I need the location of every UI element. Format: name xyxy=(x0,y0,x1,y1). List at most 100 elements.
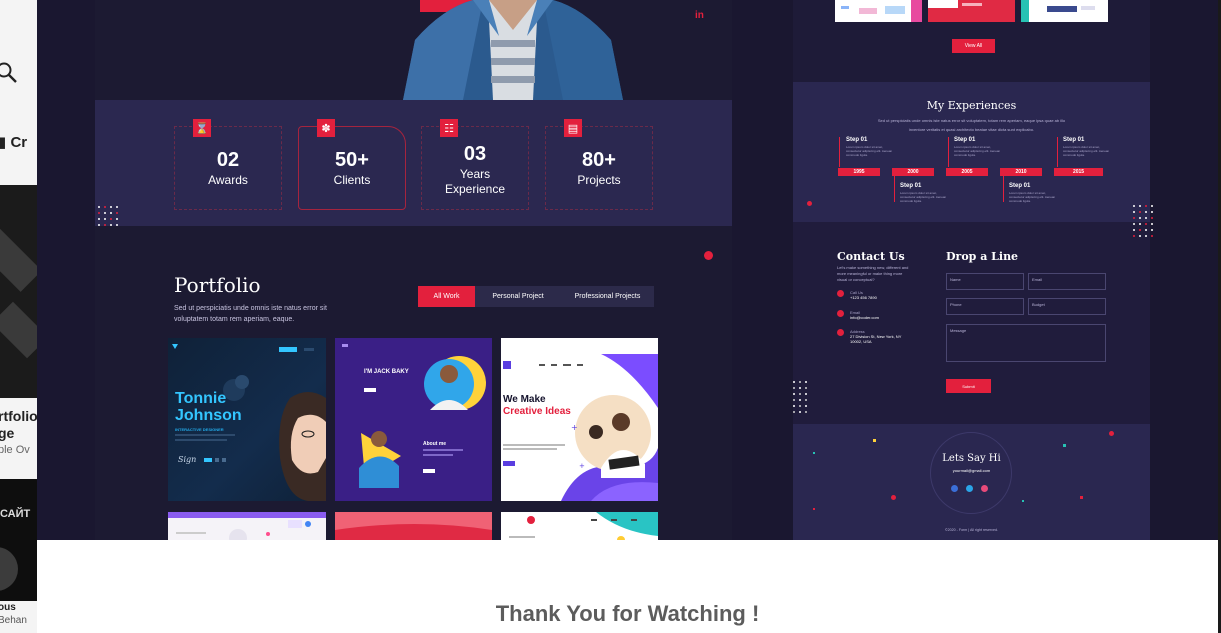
tab-professional-projects[interactable]: Professional Projects xyxy=(561,286,654,307)
gallery-thumb-3[interactable] xyxy=(1021,0,1108,22)
thumbs-icon: ▮ xyxy=(0,134,7,151)
stats-section: ⌛ 02 Awards ✽ 50+ Clients ☷ 03 Years Exp… xyxy=(95,100,732,226)
thumb-illustration: + + xyxy=(501,338,658,501)
decor-dot xyxy=(98,206,100,208)
experience-section: My Experiences Sed ut perspiciatis unde … xyxy=(793,82,1150,222)
stat-number: 80+ xyxy=(582,149,616,171)
step-label: Step 01 xyxy=(954,137,976,143)
linkedin-icon[interactable]: in xyxy=(695,10,704,21)
name-field[interactable]: Name xyxy=(946,273,1024,290)
background-card-author: ple Ov xyxy=(0,444,30,456)
stat-card-clients: ✽ 50+ Clients xyxy=(298,119,406,210)
decor-dot xyxy=(116,218,118,220)
decor-dot xyxy=(1133,217,1135,219)
view-all-button[interactable]: View All xyxy=(952,39,995,53)
portfolio-section: Portfolio Sed ut perspiciatis unde omnis… xyxy=(95,226,732,540)
say-hi-section: Lets Say Hi yourmail@gmail.com ©2020 - F… xyxy=(793,424,1150,540)
instagram-icon[interactable] xyxy=(981,485,988,492)
decor-dot xyxy=(805,405,807,407)
step-label: Step 01 xyxy=(1063,137,1085,143)
gallery-thumb-1[interactable] xyxy=(835,0,922,22)
decor-dot xyxy=(805,387,807,389)
say-hi-title: Lets Say Hi xyxy=(942,453,1001,464)
thanks-message: Thank You for Watching ! xyxy=(495,601,760,626)
decor-dot xyxy=(799,387,801,389)
tab-all-work[interactable]: All Work xyxy=(418,286,475,307)
portfolio-thumb-creative-ideas[interactable]: + + We Make Creative Ideas xyxy=(501,338,658,501)
project-image-viewer: in ⌛ 02 Awards ✽ 50+ Clients ☷ 03 Years … xyxy=(37,0,1218,540)
handshake-icon: ✽ xyxy=(317,119,335,137)
experience-title: My Experiences xyxy=(926,99,1017,112)
thumb-illustration xyxy=(509,512,658,540)
thumb-illustration xyxy=(168,512,326,540)
portfolio-thumb-jack-baky[interactable]: I'M JACK BAKY About me xyxy=(335,338,492,501)
phone-field[interactable]: Phone xyxy=(946,298,1024,315)
message-field[interactable]: Message xyxy=(946,324,1106,362)
decor-dot xyxy=(110,218,112,220)
contact-section: Contact Us Let's make something new, dif… xyxy=(793,222,1150,424)
svg-text:Sign: Sign xyxy=(178,455,196,464)
decor-dot xyxy=(1151,205,1153,207)
background-thumbnail-1[interactable] xyxy=(0,185,37,398)
decor-dot xyxy=(1145,229,1147,231)
decor-dot xyxy=(1145,217,1147,219)
search-icon[interactable] xyxy=(0,62,18,90)
step-description: Lorem ipsum dolor sit amet, consectetur … xyxy=(1009,191,1056,203)
step-description: Lorem ipsum dolor sit amet, consectetur … xyxy=(954,145,1001,157)
twitter-icon[interactable] xyxy=(966,485,973,492)
say-hi-email[interactable]: yourmail@gmail.com xyxy=(793,468,1150,473)
hero-section: in xyxy=(95,0,732,100)
step-connector xyxy=(894,176,895,202)
decor-dots-mid xyxy=(793,381,807,413)
calendar-icon: ☷ xyxy=(440,119,458,137)
decor-dot xyxy=(104,212,106,214)
year-badge: 2000 xyxy=(892,168,934,176)
phone-icon xyxy=(837,290,844,297)
decor-dot xyxy=(799,393,801,395)
year-badge: 2005 xyxy=(946,168,988,176)
hourglass-icon: ⌛ xyxy=(193,119,211,137)
svg-text:+: + xyxy=(571,423,578,432)
decor-dot xyxy=(793,381,795,383)
hero-portrait xyxy=(403,0,623,100)
contact-phone-value: +123 456 7890 xyxy=(850,295,877,300)
decor-dot xyxy=(1145,211,1147,213)
decor-dot xyxy=(1151,235,1153,237)
contact-email-value: info@coder.com xyxy=(850,315,879,320)
decor-dot xyxy=(1151,223,1153,225)
decor-dot xyxy=(799,411,801,413)
stat-label: Projects xyxy=(577,173,621,187)
email-field[interactable]: Email xyxy=(1028,273,1106,290)
clipboard-icon: ▤ xyxy=(564,119,582,137)
stat-number: 03 xyxy=(463,143,487,165)
gallery-thumb-2[interactable] xyxy=(928,0,1015,22)
thumb-3-title: We Make Creative Ideas xyxy=(503,394,571,417)
thumb-2-title: I'M JACK BAKY xyxy=(364,369,409,375)
stat-label: Awards xyxy=(208,173,248,187)
budget-field[interactable]: Budget xyxy=(1028,298,1106,315)
thumb-1-title: Tonnie Johnson xyxy=(175,390,242,424)
facebook-icon[interactable] xyxy=(951,485,958,492)
thumb-1-subtitle: INTERACTIVE DESIGNER xyxy=(175,427,224,432)
background-page-left: ▮ Cr rtfolio ge ple Ov САЙТ ous Behan xyxy=(0,0,37,633)
portfolio-tabs: All Work Personal Project Professional P… xyxy=(418,286,654,307)
portfolio-thumb-tonnie-johnson[interactable]: Sign Tonnie Johnson INTERACTIVE DESIGNER xyxy=(168,338,326,501)
decor-dot xyxy=(1133,229,1135,231)
contact-phone: Call Us +123 456 7890 xyxy=(837,290,877,300)
decor-dot xyxy=(813,452,815,454)
decor-red-dot xyxy=(704,251,713,260)
submit-button[interactable]: Submit xyxy=(946,379,991,393)
decor-dot xyxy=(793,399,795,401)
desktop-mockup: in ⌛ 02 Awards ✽ 50+ Clients ☷ 03 Years … xyxy=(95,0,732,540)
tab-personal-project[interactable]: Personal Project xyxy=(475,286,561,307)
step-label: Step 01 xyxy=(846,137,868,143)
step-description: Lorem ipsum dolor sit amet, consectetur … xyxy=(846,145,893,157)
stat-label: Clients xyxy=(333,173,371,187)
portfolio-thumb-4[interactable] xyxy=(168,512,326,540)
year-badge: 2015 xyxy=(1054,168,1103,176)
portfolio-thumb-6[interactable] xyxy=(501,512,658,540)
portfolio-thumb-5[interactable] xyxy=(335,512,492,540)
background-card-title[interactable]: rtfolio ge xyxy=(0,408,37,442)
decor-dot xyxy=(805,393,807,395)
thumb-illustration xyxy=(342,344,486,488)
